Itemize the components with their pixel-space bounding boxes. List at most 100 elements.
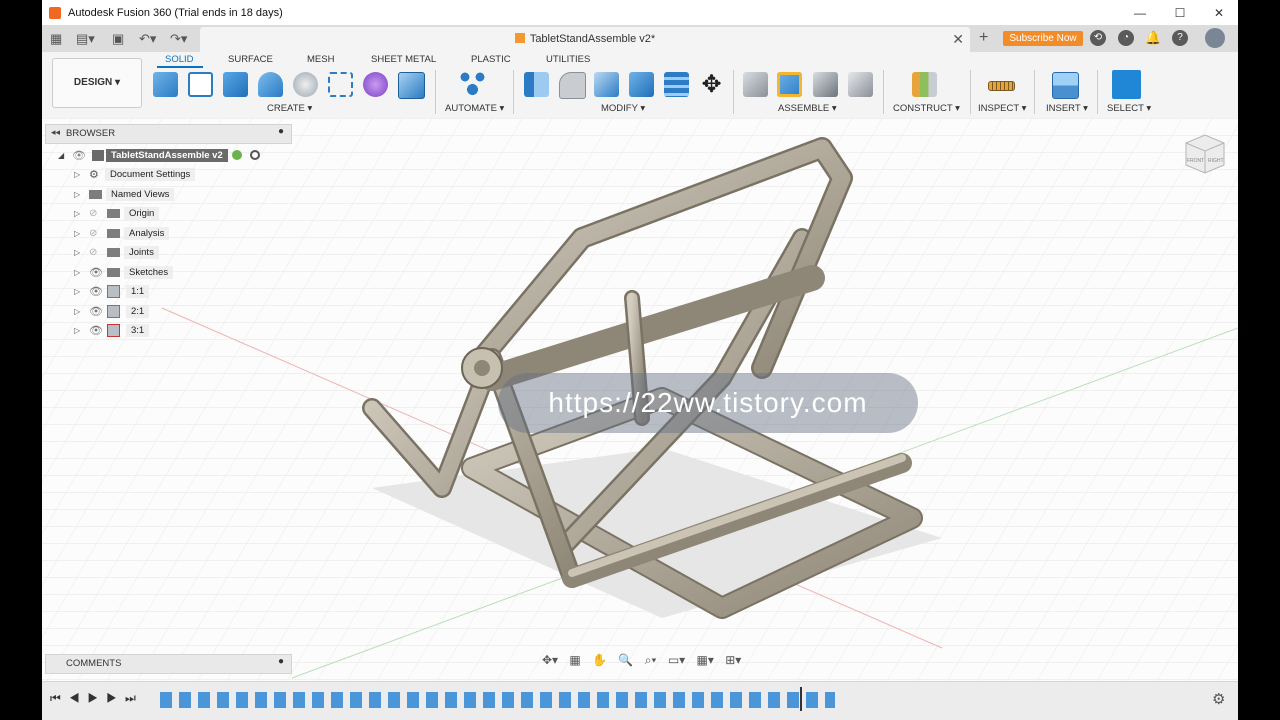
undo-icon[interactable]: ↶▾ <box>139 31 156 47</box>
browser-item-named-views[interactable]: ▷ Named Views <box>74 186 175 202</box>
timeline-features[interactable] <box>160 692 835 708</box>
step-back-icon[interactable]: ◀ <box>69 691 88 705</box>
visibility-eye-icon[interactable]: 👁 <box>89 324 107 337</box>
joint-icon[interactable] <box>813 72 838 97</box>
save-icon[interactable]: ▣ <box>112 31 124 47</box>
extensions-icon[interactable]: ⟲ <box>1090 30 1106 46</box>
redo-icon[interactable]: ↷▾ <box>170 31 187 47</box>
expand-triangle-icon[interactable]: ▷ <box>74 307 89 316</box>
expand-triangle-icon[interactable]: ▷ <box>74 190 89 199</box>
comments-pin-icon[interactable]: ● <box>278 656 284 667</box>
press-pull-icon[interactable] <box>524 72 549 97</box>
browser-item-analysis[interactable]: ▷ ⊘ Analysis <box>74 225 170 241</box>
revolve-icon[interactable] <box>258 72 283 97</box>
canvas-viewport[interactable]: FRONT RIGHT https://22ww.tistory.com ◂◂ … <box>42 118 1238 681</box>
viewports-icon[interactable]: ⊞▾ <box>725 653 741 667</box>
orbit-icon[interactable]: ✥▾ <box>542 653 558 667</box>
move-copy-icon[interactable]: ✥ <box>699 72 724 97</box>
maximize-button[interactable]: ☐ <box>1161 0 1199 25</box>
browser-item-2-1[interactable]: ▷ 👁 2:1 <box>74 303 150 319</box>
hidden-eye-icon[interactable]: ⊘ <box>89 208 107 219</box>
comments-panel[interactable]: COMMENTS ● <box>45 654 292 674</box>
go-to-end-icon[interactable]: ⏭ <box>125 691 144 705</box>
browser-panel-header[interactable]: ◂◂ BROWSER ● <box>45 124 292 144</box>
radio-icon[interactable] <box>249 150 260 160</box>
collapse-browser-icon[interactable]: ◂◂ <box>51 127 60 138</box>
help-icon[interactable]: ? <box>1172 30 1188 46</box>
browser-pin-icon[interactable]: ● <box>278 126 284 137</box>
browser-root-item[interactable]: ◢ 👁 TabletStandAssemble v2 <box>58 147 260 163</box>
user-avatar[interactable] <box>1205 28 1225 48</box>
pan-icon[interactable]: ✋ <box>592 653 607 667</box>
expand-triangle-icon[interactable]: ▷ <box>74 248 89 257</box>
expand-triangle-icon[interactable]: ▷ <box>74 268 89 277</box>
expand-triangle-icon[interactable]: ▷ <box>74 229 89 238</box>
job-status-icon[interactable]: ◔ <box>1118 30 1134 46</box>
construct-group-label[interactable]: CONSTRUCT ▾ <box>893 103 960 114</box>
minimize-button[interactable]: — <box>1121 0 1159 25</box>
browser-item-1-1[interactable]: ▷ 👁 1:1 <box>74 283 150 299</box>
display-settings-icon[interactable]: ▭▾ <box>668 653 685 667</box>
extrude-icon[interactable] <box>223 72 248 97</box>
close-tab-icon[interactable]: ✕ <box>952 31 964 48</box>
hole-icon[interactable] <box>293 72 318 97</box>
insert-component-icon[interactable] <box>777 72 802 97</box>
visibility-eye-icon[interactable]: 👁 <box>89 305 107 318</box>
timeline-settings-gear-icon[interactable]: ⚙ <box>1212 690 1225 708</box>
split-body-icon[interactable] <box>664 72 689 97</box>
tab-mesh[interactable]: MESH <box>307 54 334 65</box>
insert-group-label[interactable]: INSERT ▾ <box>1046 103 1088 114</box>
shell-icon[interactable] <box>398 72 425 99</box>
automate-icon[interactable] <box>460 72 485 97</box>
go-to-start-icon[interactable]: ⏮ <box>50 691 69 705</box>
close-button[interactable]: ✕ <box>1200 0 1238 25</box>
visibility-eye-icon[interactable]: 👁 <box>89 285 107 298</box>
modify-group-label[interactable]: MODIFY ▾ <box>601 103 645 114</box>
select-group-label[interactable]: SELECT ▾ <box>1107 103 1151 114</box>
expand-triangle-icon[interactable]: ◢ <box>58 151 72 160</box>
offset-plane-icon[interactable] <box>912 72 937 97</box>
create-group-label[interactable]: CREATE ▾ <box>267 103 312 114</box>
chamfer-icon[interactable] <box>594 72 619 97</box>
combine-icon[interactable] <box>629 72 654 97</box>
visibility-eye-icon[interactable]: 👁 <box>89 266 107 279</box>
browser-item-joints[interactable]: ▷ ⊘ Joints <box>74 244 159 260</box>
visibility-eye-icon[interactable]: 👁 <box>72 149 92 162</box>
hidden-eye-icon[interactable]: ⊘ <box>89 228 107 239</box>
assemble-group-label[interactable]: ASSEMBLE ▾ <box>778 103 837 114</box>
automate-group-label[interactable]: AUTOMATE ▾ <box>445 103 504 114</box>
view-cube[interactable]: FRONT RIGHT <box>1185 134 1225 174</box>
browser-item-sketches[interactable]: ▷ 👁 Sketches <box>74 264 174 280</box>
hidden-eye-icon[interactable]: ⊘ <box>89 247 107 258</box>
fit-icon[interactable]: ⌕▾ <box>645 653 657 667</box>
tab-utilities[interactable]: UTILITIES <box>546 54 590 65</box>
step-forward-icon[interactable]: ▶ <box>106 691 125 705</box>
grid-settings-icon[interactable]: ▦▾ <box>697 653 714 667</box>
select-icon[interactable] <box>1112 70 1141 99</box>
play-icon[interactable]: ▶ <box>88 691 107 705</box>
browser-item-document-settings[interactable]: ▷ ⚙ Document Settings <box>74 166 196 182</box>
notifications-icon[interactable]: 🔔 <box>1145 30 1161 46</box>
browser-item-3-1[interactable]: ▷ 👁 3:1 <box>74 322 150 338</box>
form-icon[interactable] <box>363 72 388 97</box>
tab-solid[interactable]: SOLID <box>165 54 194 65</box>
browser-item-origin[interactable]: ▷ ⊘ Origin <box>74 205 160 221</box>
look-at-icon[interactable]: ▦ <box>569 653 580 667</box>
tab-sheet-metal[interactable]: SHEET METAL <box>371 54 436 65</box>
tab-surface[interactable]: SURFACE <box>228 54 273 65</box>
expand-triangle-icon[interactable]: ▷ <box>74 209 89 218</box>
insert-image-icon[interactable] <box>1052 72 1079 99</box>
apps-grid-icon[interactable]: ▦ <box>50 31 62 47</box>
expand-triangle-icon[interactable]: ▷ <box>74 170 89 179</box>
activate-icon[interactable] <box>231 150 242 160</box>
timeline-marker[interactable] <box>800 687 802 711</box>
design-workspace-button[interactable]: DESIGN ▾ <box>52 58 142 108</box>
inspect-group-label[interactable]: INSPECT ▾ <box>978 103 1026 114</box>
file-menu-icon[interactable]: ▤▾ <box>76 31 95 47</box>
tab-plastic[interactable]: PLASTIC <box>471 54 511 65</box>
zoom-icon[interactable]: 🔍 <box>618 653 633 667</box>
new-component-icon[interactable] <box>153 72 178 97</box>
fillet-icon[interactable] <box>559 72 586 99</box>
new-component-assemble-icon[interactable] <box>743 72 768 97</box>
measure-icon[interactable] <box>988 81 1015 91</box>
